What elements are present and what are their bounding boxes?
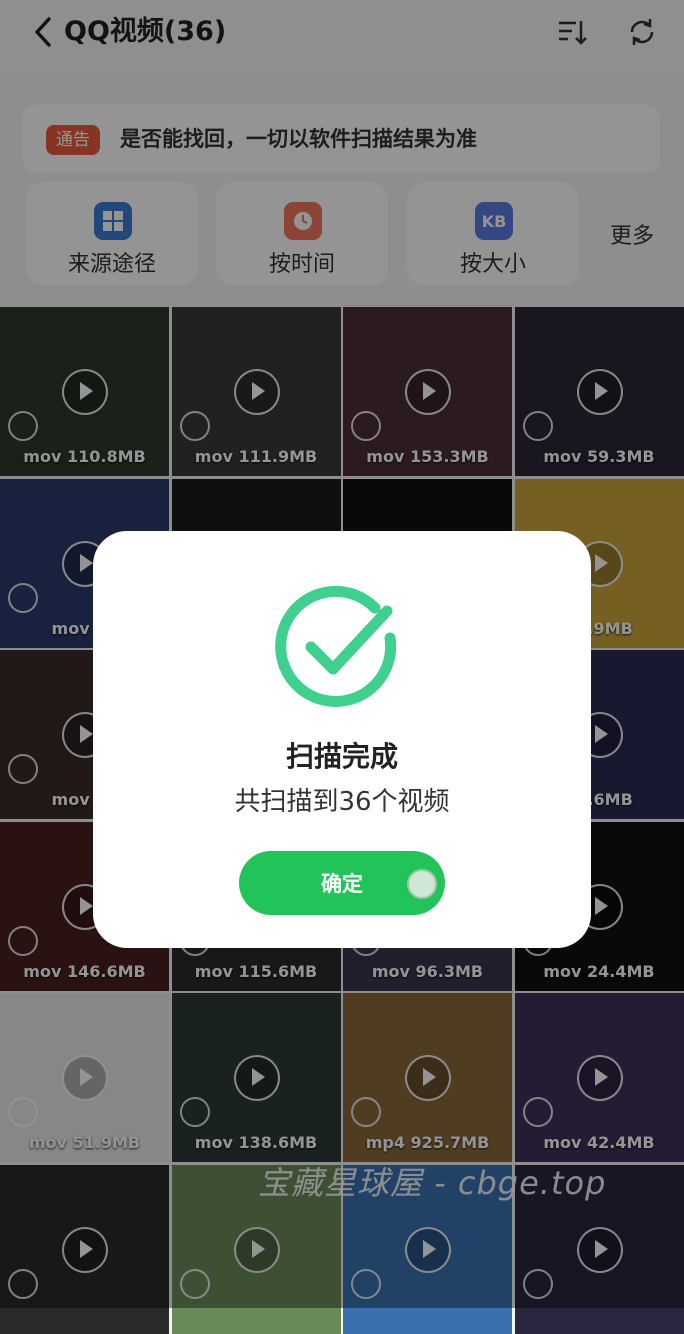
scan-complete-dialog: 扫描完成 共扫描到36个视频 确定 xyxy=(93,531,591,948)
toggle-knob-icon xyxy=(407,869,437,899)
dialog-title: 扫描完成 xyxy=(285,740,398,773)
dialog-message: 共扫描到36个视频 xyxy=(234,787,450,817)
app-screen: QQ视频(36) 通告 是否能找回，一切以软件扫描结果为准 来源途径 按时间 K… xyxy=(0,0,684,1334)
success-check-icon xyxy=(275,585,397,707)
confirm-button[interactable]: 确定 xyxy=(239,851,445,915)
